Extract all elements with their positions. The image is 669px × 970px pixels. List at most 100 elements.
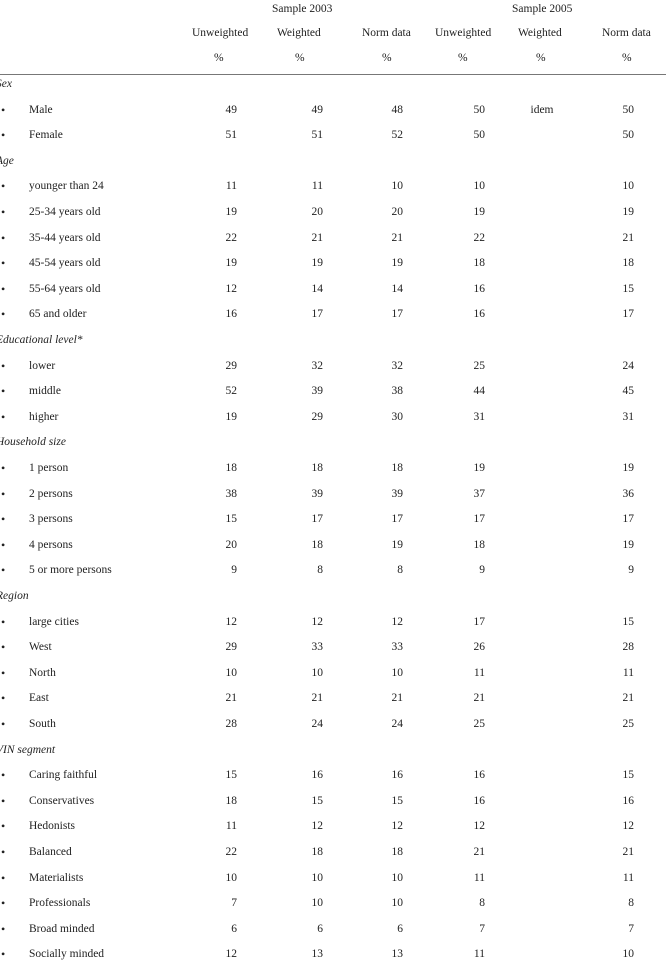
row-label: higher <box>29 410 59 423</box>
cell-value: 26 <box>473 641 486 654</box>
cell-value: 10 <box>225 871 238 884</box>
cell-value: 15 <box>225 513 238 526</box>
group-header-2005: Sample 2005 <box>512 3 573 15</box>
cell-value: 16 <box>391 769 404 782</box>
bullet-icon: • <box>1 486 6 501</box>
cell-value: 16 <box>473 769 486 782</box>
cell-value: 51 <box>311 129 324 142</box>
cell-value: 10 <box>391 871 404 884</box>
cell-value: 11 <box>473 666 485 679</box>
section-header: Age <box>0 155 669 173</box>
row-label: large cities <box>29 615 79 628</box>
bullet-icon: • <box>1 256 6 271</box>
cell-value: 24 <box>311 718 324 730</box>
cell-value: 45 <box>622 385 635 398</box>
cell-value: 15 <box>622 282 635 295</box>
cell-value: 21 <box>391 231 404 244</box>
row-label: Female <box>29 129 63 142</box>
header-divider <box>0 74 666 75</box>
cell-value: 11 <box>311 180 323 193</box>
table-row: • Female 51 51 52 50 50 <box>0 128 669 147</box>
table-row: • 65 and older 16 17 17 16 17 <box>0 307 669 326</box>
cell-value: 15 <box>391 794 404 807</box>
cell-value: 20 <box>225 538 238 551</box>
cell-value: 17 <box>622 513 635 526</box>
row-label: 25-34 years old <box>29 206 101 218</box>
cell-value: 52 <box>225 385 238 398</box>
cell-value: 20 <box>391 206 404 218</box>
cell-value: 18 <box>391 846 404 858</box>
cell-value: 22 <box>225 846 238 858</box>
unit-2005-norm: % <box>622 52 632 64</box>
row-label: Balanced <box>29 846 72 858</box>
row-label: 3 persons <box>29 513 73 526</box>
cell-value: 10 <box>311 666 324 679</box>
cell-value: 16 <box>225 308 238 321</box>
cell-value: 17 <box>391 513 404 526</box>
cell-value: 21 <box>622 846 635 858</box>
cell-value: 18 <box>311 538 324 551</box>
cell-value: 29 <box>225 641 238 654</box>
cell-value: 18 <box>225 794 238 807</box>
row-label: East <box>29 692 49 705</box>
row-label: younger than 24 <box>29 180 104 193</box>
cell-value: 19 <box>622 206 635 218</box>
cell-value: 28 <box>225 718 238 730</box>
row-label: Professionals <box>29 897 91 910</box>
bullet-icon: • <box>1 665 6 680</box>
cell-value: 10 <box>391 897 404 910</box>
bullet-icon: • <box>1 921 6 936</box>
cell-value: 19 <box>473 462 486 474</box>
cell-value: 16 <box>622 794 635 807</box>
table-row: • Socially minded 12 13 13 11 10 <box>0 947 669 966</box>
table-row: • North 10 10 10 11 11 <box>0 665 669 685</box>
bullet-icon: • <box>1 307 6 322</box>
cell-value: 21 <box>311 692 324 705</box>
section-title: Educational level* <box>0 334 83 346</box>
cell-value: 38 <box>391 385 404 398</box>
cell-value: 10 <box>311 871 324 884</box>
bullet-icon: • <box>1 512 6 527</box>
cell-value: 16 <box>473 282 486 295</box>
bullet-icon: • <box>1 102 6 117</box>
cell-value: 12 <box>473 820 486 833</box>
cell-value: 16 <box>473 794 486 807</box>
table-row: • East 21 21 21 21 21 <box>0 691 669 710</box>
cell-value: 21 <box>473 692 486 705</box>
col-header-2003-weighted: Weighted <box>277 27 321 39</box>
section-header: Household size <box>0 436 669 454</box>
cell-value: 50 <box>473 129 486 142</box>
bullet-icon: • <box>1 409 6 424</box>
cell-value: 16 <box>473 308 486 321</box>
bullet-icon: • <box>1 537 6 552</box>
cell-value: 39 <box>391 487 404 500</box>
cell-value: 12 <box>391 615 404 628</box>
row-label: lower <box>29 359 56 372</box>
table-row: • 35-44 years old 22 21 21 22 21 <box>0 231 669 250</box>
row-label: 1 person <box>29 462 69 474</box>
cell-value: 19 <box>473 206 486 218</box>
section-title: VIN segment <box>0 743 56 756</box>
cell-value: 13 <box>391 948 404 961</box>
cell-value: 8 <box>628 897 634 910</box>
section-title: Region <box>0 590 29 602</box>
bullet-icon: • <box>1 691 6 706</box>
section-header: VIN segment <box>0 744 669 762</box>
cell-value: 17 <box>311 513 324 526</box>
row-label: 45-54 years old <box>29 257 101 270</box>
cell-value: idem <box>530 103 554 116</box>
cell-value: 10 <box>622 180 635 193</box>
cell-value: 29 <box>225 359 238 372</box>
cell-value: 30 <box>391 410 404 423</box>
cell-value: 11 <box>225 180 237 193</box>
unit-2003-norm: % <box>382 52 392 64</box>
table-row: • higher 19 29 30 31 31 <box>0 409 669 429</box>
cell-value: 44 <box>473 385 486 398</box>
row-label: 35-44 years old <box>29 231 101 244</box>
cell-value: 22 <box>225 231 238 244</box>
cell-value: 19 <box>311 257 324 270</box>
cell-value: 15 <box>311 794 324 807</box>
cell-value: 15 <box>622 615 635 628</box>
table-row: • South 28 24 24 25 25 <box>0 717 669 736</box>
cell-value: 17 <box>391 308 404 321</box>
